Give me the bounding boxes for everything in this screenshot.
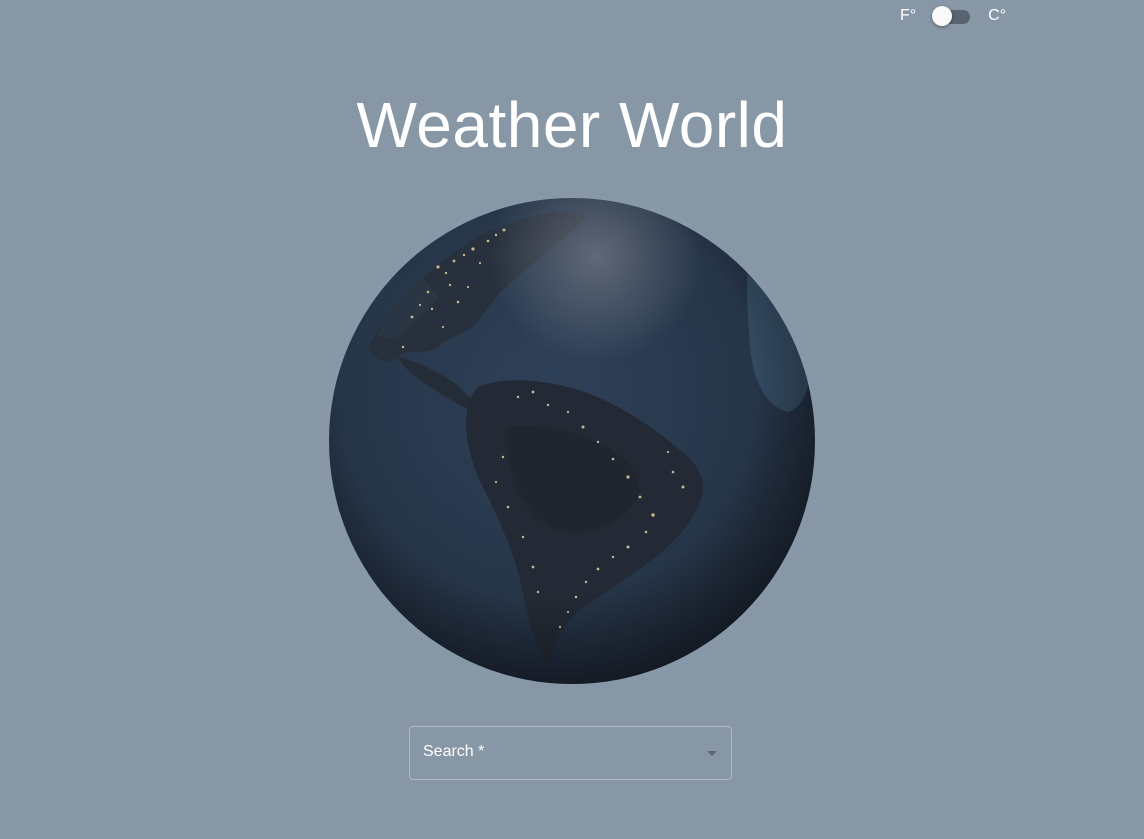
unit-toggle: F° C° [900,6,1006,26]
search-input[interactable] [410,727,731,779]
app-root: F° C° Weather World Search * [0,0,1144,839]
page-title: Weather World [356,89,788,161]
fahrenheit-label: F° [900,7,917,24]
unit-switch[interactable] [932,6,971,26]
dropdown-arrow-icon[interactable] [707,751,717,756]
celsius-label: C° [988,7,1007,24]
search-field[interactable]: Search * [409,726,732,780]
globe[interactable] [328,197,816,685]
earth-globe-icon[interactable] [328,197,816,685]
